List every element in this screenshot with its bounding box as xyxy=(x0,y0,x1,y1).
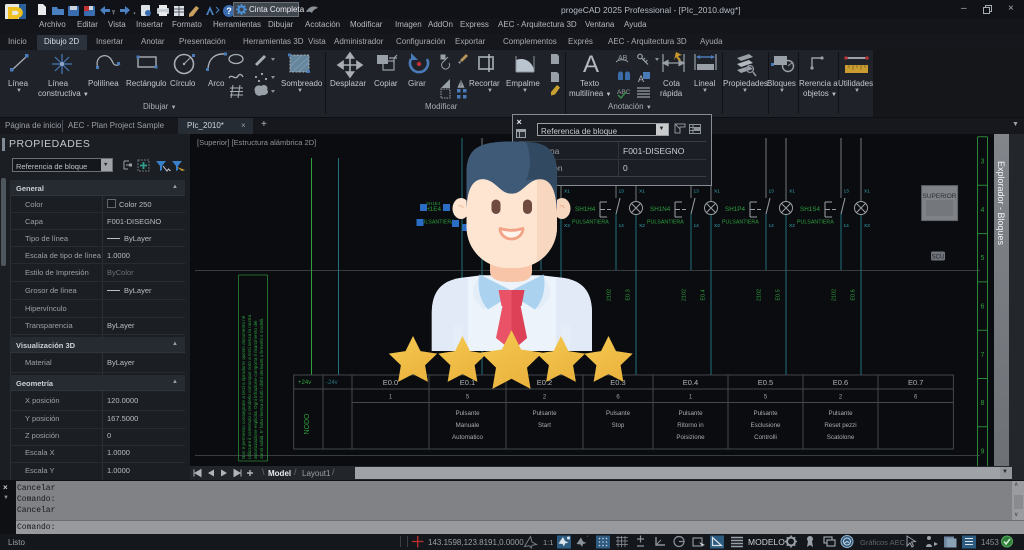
svg-text:2: 2 xyxy=(543,395,547,401)
svg-text:MODELO: MODELO xyxy=(748,537,785,547)
svg-text:E0.5: E0.5 xyxy=(758,378,773,387)
svg-text:E0.4: E0.4 xyxy=(701,289,707,300)
svg-text:Pulsante: Pulsante xyxy=(753,410,778,417)
svg-text:Controlli: Controlli xyxy=(754,434,777,441)
svg-text:1: 1 xyxy=(389,395,393,401)
svg-text:143.1598,123.8191,0.0000: 143.1598,123.8191,0.0000 xyxy=(428,538,524,547)
svg-text:6: 6 xyxy=(616,395,620,401)
svg-text:E0.4: E0.4 xyxy=(683,378,698,387)
svg-text:Stop: Stop xyxy=(612,422,625,429)
svg-text:E0.5: E0.5 xyxy=(776,289,782,300)
svg-text:5: 5 xyxy=(981,255,985,262)
svg-text:5: 5 xyxy=(764,395,768,401)
svg-text:Automatico: Automatico xyxy=(452,434,484,441)
svg-text:2102: 2102 xyxy=(832,289,838,301)
svg-text:4: 4 xyxy=(981,207,985,214)
svg-text:6: 6 xyxy=(914,395,918,401)
svg-text:Start: Start xyxy=(538,422,551,429)
svg-text:danni subiti. E' fatta riserva: danni subiti. E' fatta riserva di tutti … xyxy=(259,317,264,459)
svg-text:autorizzazione esplicita. Ogni: autorizzazione esplicita. Ogni infrazion… xyxy=(253,321,258,459)
svg-text:PULSANTIERA: PULSANTIERA xyxy=(647,220,684,226)
svg-text:13: 13 xyxy=(844,189,850,195)
svg-text:SCU: SCU xyxy=(932,255,945,261)
svg-text:1: 1 xyxy=(689,395,693,401)
svg-text:-24v: -24v xyxy=(326,380,338,386)
svg-text:E0.7: E0.7 xyxy=(908,378,923,387)
svg-text:3: 3 xyxy=(981,159,985,166)
svg-text:14: 14 xyxy=(769,223,775,229)
svg-text:Gráficos AEC: Gráficos AEC xyxy=(860,538,906,547)
svg-text:2102: 2102 xyxy=(682,289,688,301)
svg-text:PULSANTIERA: PULSANTIERA xyxy=(797,220,834,226)
svg-text:Listo: Listo xyxy=(8,538,25,547)
svg-text:[Superior] [Estructura alámbr: [Superior] [Estructura alámbrica 2D] xyxy=(197,138,316,147)
svg-text:utilizzare il contenuto o rend: utilizzare il contenuto o renderlo comun… xyxy=(247,315,252,459)
svg-text:X2: X2 xyxy=(714,223,720,229)
svg-text:8: 8 xyxy=(981,400,985,407)
svg-text:?: ? xyxy=(226,6,232,16)
svg-text:X1: X1 xyxy=(789,189,795,195)
svg-text:E0.6: E0.6 xyxy=(851,289,857,300)
svg-text:SH1S4: SH1S4 xyxy=(800,206,820,213)
svg-text:2102: 2102 xyxy=(757,289,763,301)
svg-text:X2: X2 xyxy=(789,223,795,229)
svg-text:Pulsante: Pulsante xyxy=(455,410,480,417)
svg-text:A: A xyxy=(638,74,644,84)
svg-text:Reset pezzi: Reset pezzi xyxy=(824,422,856,429)
svg-text:X2: X2 xyxy=(864,223,870,229)
svg-text:2: 2 xyxy=(839,395,843,401)
svg-text:E0.6: E0.6 xyxy=(833,378,848,387)
svg-text:Scatolone: Scatolone xyxy=(827,434,855,441)
svg-text:A: A xyxy=(583,51,599,78)
svg-text:': ' xyxy=(587,536,588,542)
svg-text:X1: X1 xyxy=(714,189,720,195)
svg-text:Pulsante: Pulsante xyxy=(828,410,853,417)
svg-text:SH1P4: SH1P4 xyxy=(725,206,745,213)
svg-text:1:1: 1:1 xyxy=(543,538,553,547)
svg-text:X1: X1 xyxy=(864,189,870,195)
svg-text:14: 14 xyxy=(694,223,700,229)
svg-text:14: 14 xyxy=(844,223,850,229)
svg-text:6: 6 xyxy=(981,304,985,311)
svg-text:Esclusione: Esclusione xyxy=(751,422,781,429)
svg-text:NODO: NODO xyxy=(304,413,311,435)
svg-text:Pulsante: Pulsante xyxy=(678,410,703,417)
svg-text:Manuale: Manuale xyxy=(456,422,480,429)
svg-text:Pulsante: Pulsante xyxy=(532,410,557,417)
svg-text:Ritorno in: Ritorno in xyxy=(677,422,704,429)
svg-text:Poisizione: Poisizione xyxy=(676,434,705,441)
svg-text:1453: 1453 xyxy=(981,538,999,547)
svg-text:9: 9 xyxy=(981,449,985,456)
svg-text:SUPERIOR: SUPERIOR xyxy=(923,193,957,200)
svg-text:5: 5 xyxy=(466,395,470,401)
svg-text:7: 7 xyxy=(981,352,985,359)
svg-text:13: 13 xyxy=(769,189,775,195)
svg-text:SH1N4: SH1N4 xyxy=(650,206,671,213)
svg-text:PULSANTIERA: PULSANTIERA xyxy=(722,220,759,226)
svg-text:Non è permesso consegnare a te: Non è permesso consegnare a terzi o ripr… xyxy=(241,315,246,459)
svg-text:+24v: +24v xyxy=(298,380,311,386)
svg-text:13: 13 xyxy=(694,189,700,195)
svg-text:Pulsante: Pulsante xyxy=(606,410,631,417)
